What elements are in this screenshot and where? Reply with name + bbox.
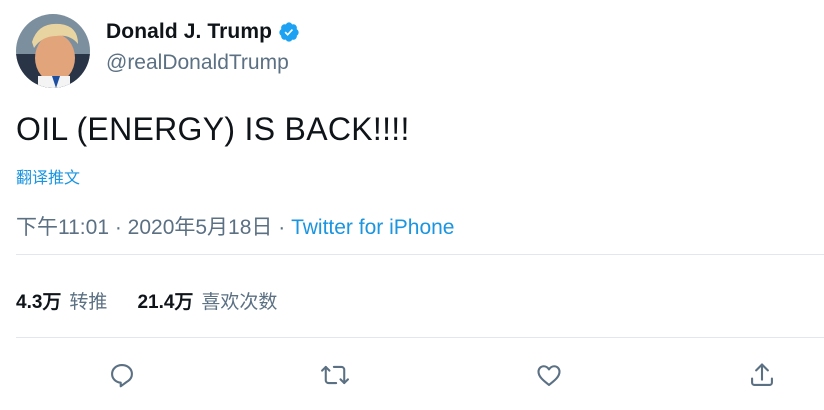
share-button[interactable] xyxy=(745,358,779,392)
retweets-label: 转推 xyxy=(69,292,108,313)
divider xyxy=(16,337,824,338)
verified-badge-icon xyxy=(278,21,300,43)
author-display-name[interactable]: Donald J. Trump xyxy=(106,20,272,44)
tweet-time[interactable]: 下午11:01 · 2020年5月18日 · xyxy=(16,216,291,239)
like-icon xyxy=(537,365,561,386)
retweet-icon xyxy=(321,365,349,385)
author-handle[interactable]: @realDonaldTrump xyxy=(106,51,289,75)
tweet-stats: 4.3万 转推 21.4万 喜欢次数 xyxy=(16,287,307,314)
share-icon xyxy=(751,363,773,386)
retweet-button[interactable] xyxy=(318,358,352,392)
tweet-source-link[interactable]: Twitter for iPhone xyxy=(291,216,454,239)
avatar-image xyxy=(16,14,90,88)
author-name-row[interactable]: Donald J. Trump xyxy=(106,20,300,44)
translate-tweet-link[interactable]: 翻译推文 xyxy=(16,164,80,188)
avatar[interactable] xyxy=(16,14,90,88)
likes-label: 喜欢次数 xyxy=(201,292,278,313)
tweet-timestamp-row: 下午11:01 · 2020年5月18日 · Twitter for iPhon… xyxy=(16,211,454,241)
divider xyxy=(16,254,824,255)
retweets-count: 4.3万 xyxy=(16,292,62,313)
likes-count: 21.4万 xyxy=(137,292,194,313)
tweet-text: OIL (ENERGY) IS BACK!!!! xyxy=(16,111,410,147)
reply-icon xyxy=(111,364,133,388)
likes-stat[interactable]: 21.4万 喜欢次数 xyxy=(137,287,277,314)
reply-button[interactable] xyxy=(105,358,139,392)
like-button[interactable] xyxy=(532,358,566,392)
retweets-stat[interactable]: 4.3万 转推 xyxy=(16,287,107,314)
